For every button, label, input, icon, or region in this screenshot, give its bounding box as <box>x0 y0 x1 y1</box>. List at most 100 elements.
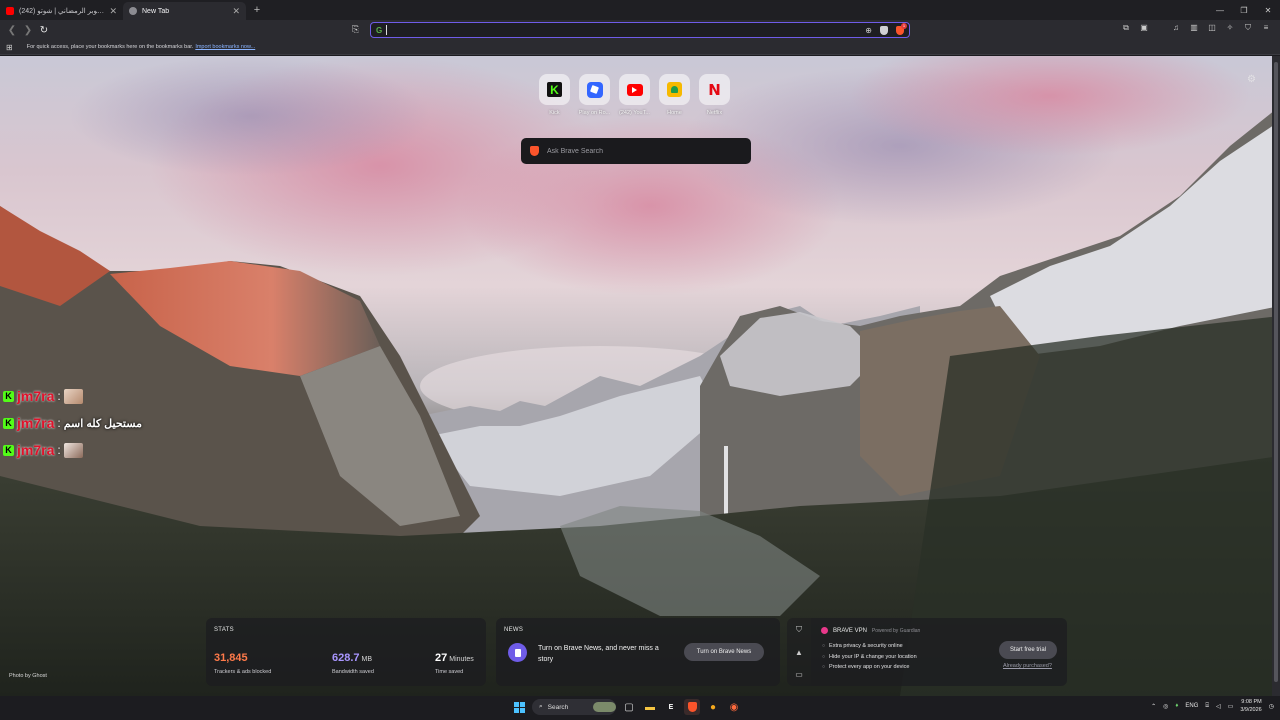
toolbar: ❮ ❯ ↻ ⎘ G ⊕ 1 ⧉ ▣ ♫ ▥ ◫ ✧ ⛉ ≡ <box>0 20 1280 40</box>
tab-strip: (242) تحدي اليوتيوبر الرمضاني | شوتو ✕ N… <box>0 0 1280 20</box>
chat-username: jm7ra <box>17 415 55 431</box>
top-site-netflix[interactable]: N Netflix <box>699 74 730 116</box>
minimize-icon[interactable]: — <box>1208 0 1232 20</box>
scrollbar[interactable] <box>1272 56 1280 696</box>
network-icon[interactable]: ⌸ <box>1205 703 1209 710</box>
chat-message: K jm7ra : مستحيل كله اسم <box>3 415 142 431</box>
customize-gear-icon[interactable]: ⚙ <box>1247 74 1256 85</box>
leo-ai-icon[interactable]: ✧ <box>1224 23 1236 33</box>
chevron-up-icon[interactable]: ⌃ <box>1151 703 1156 710</box>
news-widget: NEWS Turn on Brave News, and never miss … <box>496 618 780 686</box>
browser-window: (242) تحدي اليوتيوبر الرمضاني | شوتو ✕ N… <box>0 0 1280 720</box>
close-window-icon[interactable]: ✕ <box>1256 0 1280 20</box>
shields-icon[interactable] <box>880 25 888 35</box>
menu-icon[interactable]: ≡ <box>1260 23 1272 33</box>
news-promo-text: Turn on Brave News, and never miss a sto… <box>538 645 659 663</box>
tab-new-tab[interactable]: New Tab ✕ <box>123 2 246 20</box>
youtube-logo-icon <box>626 83 643 96</box>
vpn-powered-by: Powered by Guardian <box>871 627 921 634</box>
stats-widget: STATS 31,845 Trackers & ads blocked 628.… <box>206 618 486 686</box>
top-site-roblox[interactable]: Play on Ro... <box>579 74 610 116</box>
app-icon[interactable]: ◉ <box>726 699 742 715</box>
cards-tab-icon[interactable]: ▭ <box>795 670 803 679</box>
apps-grid-icon[interactable]: ⊞ <box>6 43 13 52</box>
top-site-home[interactable]: Home <box>659 74 690 116</box>
roblox-logo-icon <box>586 81 603 98</box>
address-bar[interactable]: G ⊕ 1 <box>370 22 910 38</box>
vpn-feature: Hide your IP & change your location <box>822 652 917 663</box>
background-wallpaper: ⚙ Photo by Ghost K Kick Play on Ro... (2… <box>0 56 1280 696</box>
zoom-icon[interactable]: ⊕ <box>865 26 872 35</box>
microphone-icon[interactable]: ♦ <box>1175 703 1178 709</box>
battery-icon[interactable]: ▭ <box>1228 703 1234 710</box>
vpn-tab-icon[interactable]: ⛉ <box>796 625 802 635</box>
brave-search-box[interactable] <box>521 138 751 164</box>
start-button[interactable] <box>511 699 527 715</box>
start-free-trial-button[interactable]: Start free trial <box>999 641 1057 659</box>
brave-rewards-icon[interactable]: 1 <box>896 22 907 35</box>
chat-username: jm7ra <box>17 388 55 404</box>
tab-title: (242) تحدي اليوتيوبر الرمضاني | شوتو <box>19 8 105 15</box>
taskbar-search-label: Search <box>547 703 569 711</box>
close-tab-icon[interactable]: ✕ <box>109 6 117 17</box>
media-icon[interactable]: ♫ <box>1170 23 1182 33</box>
new-tab-button[interactable]: + <box>250 3 264 17</box>
system-tray: ⌃ ◎ ♦ ENG ⌸ ◁ ▭ 9:08 PM 3/9/2026 ◷ <box>1151 698 1274 714</box>
wallet-2-icon[interactable]: ◫ <box>1206 23 1218 33</box>
bookmark-icon[interactable]: ⎘ <box>352 24 359 35</box>
turn-on-news-button[interactable]: Turn on Brave News <box>684 643 764 661</box>
vpn-feature: Extra privacy & security online <box>822 641 917 652</box>
file-explorer-icon[interactable]: ▬ <box>642 699 658 715</box>
time-label: Time saved <box>435 669 464 675</box>
search-highlight-icon <box>593 702 616 712</box>
stats-title: STATS <box>214 627 234 633</box>
epic-games-icon[interactable]: E <box>663 699 679 715</box>
notifications-icon[interactable]: ◷ <box>1269 703 1274 710</box>
bandwidth-value: 628.7 <box>332 652 360 664</box>
brave-browser-icon[interactable] <box>684 699 700 715</box>
already-purchased-link[interactable]: Already purchased? <box>1003 663 1052 669</box>
vpn-icon[interactable]: ⛉ <box>1242 23 1254 33</box>
vpn-title: BRAVE VPN <box>833 627 867 634</box>
chat-text: مستحيل كله اسم <box>63 417 142 430</box>
address-input[interactable] <box>386 25 866 35</box>
taskbar-search[interactable]: ⌕ Search <box>532 699 616 715</box>
time-unit: Minutes <box>449 656 474 663</box>
top-site-youtube[interactable]: (242) YouT... <box>619 74 650 116</box>
vpn-logo-icon <box>821 627 828 634</box>
clock[interactable]: 9:08 PM 3/9/2026 <box>1240 698 1261 714</box>
volume-icon[interactable]: ◁ <box>1216 703 1221 710</box>
clock-time: 9:08 PM <box>1241 699 1262 705</box>
wallet-icon[interactable]: ▣ <box>1138 23 1150 33</box>
restore-icon[interactable]: ❐ <box>1232 0 1256 20</box>
close-tab-icon[interactable]: ✕ <box>232 6 240 17</box>
bandwidth-unit: MB <box>361 656 373 663</box>
language-indicator[interactable]: ENG <box>1185 703 1198 709</box>
clock-date: 3/9/2026 <box>1240 707 1262 713</box>
time-stat: 27 Minutes Time saved <box>435 648 474 675</box>
discord-icon[interactable]: ● <box>705 699 721 715</box>
tab-title: New Tab <box>142 7 170 15</box>
trackers-label: Trackers & ads blocked <box>214 669 272 675</box>
sidebar-icon[interactable]: ▥ <box>1188 23 1200 33</box>
forward-arrow-icon[interactable]: ❯ <box>20 22 36 38</box>
top-site-kick[interactable]: K Kick <box>539 74 570 116</box>
reload-icon[interactable]: ↻ <box>36 22 52 38</box>
task-view-icon[interactable]: ▢ <box>621 699 637 715</box>
import-bookmarks-link[interactable]: Import bookmarks now... <box>195 44 255 50</box>
photo-credit: Photo by Ghost <box>9 673 47 679</box>
tray-app-icon[interactable]: ◎ <box>1163 703 1168 710</box>
top-site-label: Netflix <box>706 110 723 116</box>
extensions-icon[interactable]: ⧉ <box>1120 23 1132 33</box>
rewards-tab-icon[interactable]: ▲ <box>795 648 803 657</box>
back-arrow-icon[interactable]: ❮ <box>4 22 20 38</box>
brave-search-input[interactable] <box>547 147 737 155</box>
widget-switcher: ⛉ ▲ ▭ <box>787 618 811 686</box>
youtube-favicon-icon <box>6 7 14 15</box>
trackers-value: 31,845 <box>214 652 248 664</box>
time-value: 27 <box>435 652 448 664</box>
chat-message: K jm7ra : <box>3 388 142 404</box>
emote-image <box>63 388 83 404</box>
brave-lion-icon <box>530 146 539 156</box>
tab-youtube[interactable]: (242) تحدي اليوتيوبر الرمضاني | شوتو ✕ <box>0 2 123 20</box>
